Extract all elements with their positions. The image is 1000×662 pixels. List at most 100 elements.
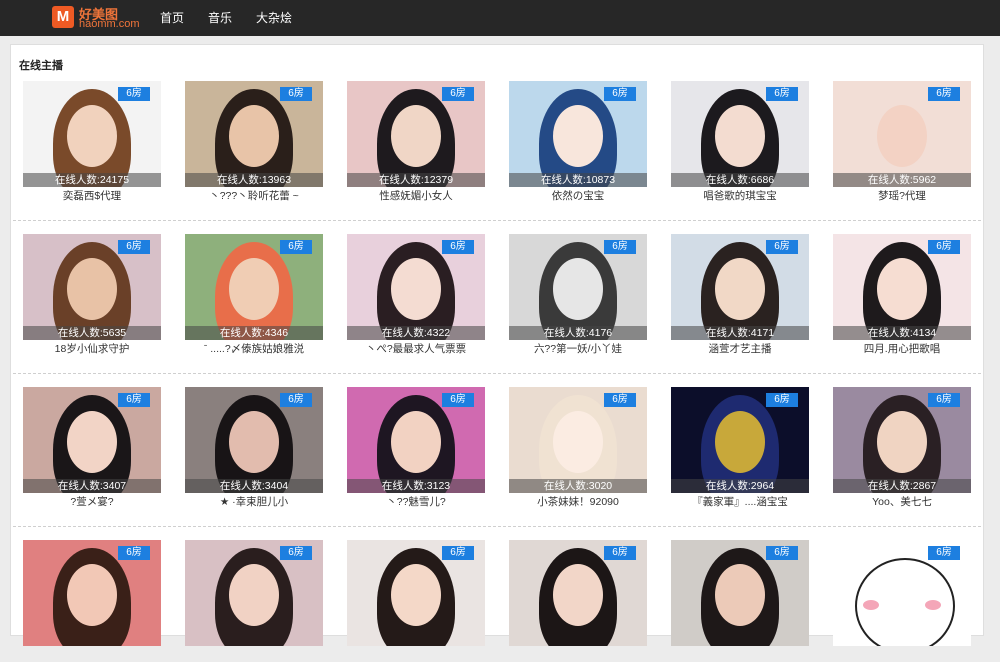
streamer-thumbnail[interactable]: 6房在线人数:24175 xyxy=(23,81,161,187)
streamer-name[interactable]: 唱爸歌的琪宝宝 xyxy=(671,188,809,203)
top-navigation-bar: M 好美图 haomm.com 首页 音乐 大杂烩 xyxy=(0,0,1000,36)
row-divider xyxy=(13,220,981,221)
streamer-thumbnail[interactable]: 6房 在线人数:5635 xyxy=(23,234,161,340)
streamer-card[interactable]: 6房 xyxy=(833,540,971,662)
streamer-thumbnail[interactable]: 6房 在线人数:4134 xyxy=(833,234,971,340)
portrait-face xyxy=(229,564,279,626)
streamer-thumbnail[interactable]: 6房 在线人数:5962 xyxy=(833,81,971,187)
streamer-thumbnail[interactable]: 6房 在线人数:4322 xyxy=(347,234,485,340)
streamer-name[interactable]: ?萱メ宴? xyxy=(23,494,161,509)
room-badge: 6房 xyxy=(118,87,150,101)
viewer-count: 在线人数:5635 xyxy=(23,326,161,340)
streamer-card[interactable]: 6房 在线人数:4322 丶ぺ?最最求人气票票 xyxy=(347,234,485,356)
streamer-card[interactable]: 6房 在线人数:4134 四月.用心把歌唱 xyxy=(833,234,971,356)
portrait-face xyxy=(67,105,117,167)
streamer-name[interactable]: 梦瑶?代理 xyxy=(833,188,971,203)
streamer-name[interactable]: 性感妩媚小女人 xyxy=(347,188,485,203)
streamer-name[interactable]: 四月.用心把歌唱 xyxy=(833,341,971,356)
streamer-name[interactable]: ˉ .....?〆傣族姑娘雅涚 xyxy=(185,341,323,356)
streamer-name[interactable]: 涵萱才艺主播 xyxy=(671,341,809,356)
streamer-card[interactable]: 6房 在线人数:2867 Yoo、美七七 xyxy=(833,387,971,509)
nav-item-music[interactable]: 音乐 xyxy=(208,0,232,36)
portrait-face xyxy=(229,411,279,473)
room-badge: 6房 xyxy=(118,393,150,407)
streamer-name[interactable]: 奕磊西$代理 xyxy=(23,188,161,203)
streamer-thumbnail[interactable]: 6房 在线人数:12379 xyxy=(347,81,485,187)
streamer-card[interactable]: 6房 在线人数:4171 涵萱才艺主播 xyxy=(671,234,809,356)
room-badge: 6房 xyxy=(118,546,150,560)
streamer-name[interactable]: 小茶妹妹！92090 xyxy=(509,494,647,509)
viewer-count: 在线人数:24175 xyxy=(23,173,161,187)
streamer-name[interactable]: 依然の宝宝 xyxy=(509,188,647,203)
streamer-card[interactable]: 6房 在线人数:6686 唱爸歌的琪宝宝 xyxy=(671,81,809,203)
portrait-face xyxy=(715,564,765,626)
room-badge: 6房 xyxy=(928,546,960,560)
section-title: 在线主播 xyxy=(19,60,63,72)
streamer-thumbnail[interactable]: 6房 在线人数:4171 xyxy=(671,234,809,340)
streamer-card[interactable]: 6房 在线人数:5635 18岁小仙求守护 xyxy=(23,234,161,356)
streamer-card[interactable]: 6房 在线人数:12379 性感妩媚小女人 xyxy=(347,81,485,203)
room-badge: 6房 xyxy=(766,393,798,407)
streamer-card[interactable]: 6房 在线人数:3123 丶??魅雪儿? xyxy=(347,387,485,509)
room-badge: 6房 xyxy=(928,87,960,101)
room-badge: 6房 xyxy=(442,393,474,407)
streamer-thumbnail[interactable]: 6房 xyxy=(833,540,971,646)
nav-item-misc[interactable]: 大杂烩 xyxy=(256,0,292,36)
room-badge: 6房 xyxy=(604,546,636,560)
streamer-card[interactable]: 6房在线人数:13963 丶???丶聆听花蕾 ~ xyxy=(185,81,323,203)
streamer-card[interactable]: 6房 在线人数:4346 ˉ .....?〆傣族姑娘雅涚 xyxy=(185,234,323,356)
portrait-face xyxy=(229,105,279,167)
room-badge: 6房 xyxy=(280,87,312,101)
streamer-card[interactable]: 6房 在线人数:10873 依然の宝宝 xyxy=(509,81,647,203)
streamer-thumbnail[interactable]: 6房 xyxy=(185,540,323,646)
cartoon-blush xyxy=(863,600,879,610)
nav-item-home[interactable]: 首页 xyxy=(160,0,184,36)
streamer-thumbnail[interactable]: 6房 在线人数:4346 xyxy=(185,234,323,340)
streamer-thumbnail[interactable]: 6房 xyxy=(671,540,809,646)
streamer-name[interactable]: ★ ·幸束胆儿小 xyxy=(185,494,323,509)
viewer-count: 在线人数:3407 xyxy=(23,479,161,493)
streamer-thumbnail[interactable]: 6房 在线人数:3404 xyxy=(185,387,323,493)
streamer-card[interactable]: 6房 在线人数:4176 六??第一妖/小丫娃 xyxy=(509,234,647,356)
streamer-name[interactable]: 『義家軍』....涵宝宝 xyxy=(671,494,809,509)
streamer-card[interactable]: 6房 xyxy=(671,540,809,662)
streamer-name[interactable]: 六??第一妖/小丫娃 xyxy=(509,341,647,356)
streamer-card[interactable]: 6房 xyxy=(347,540,485,662)
room-badge: 6房 xyxy=(442,546,474,560)
room-badge: 6房 xyxy=(280,393,312,407)
streamer-thumbnail[interactable]: 6房 xyxy=(23,540,161,646)
streamer-thumbnail[interactable]: 6房 在线人数:3123 xyxy=(347,387,485,493)
streamer-thumbnail[interactable]: 6房 在线人数:2867 xyxy=(833,387,971,493)
streamer-card[interactable]: 6房 xyxy=(23,540,161,662)
streamer-thumbnail[interactable]: 6房 xyxy=(347,540,485,646)
viewer-count: 在线人数:2964 xyxy=(671,479,809,493)
streamer-card[interactable]: 6房在线人数:2964 『義家軍』....涵宝宝 xyxy=(671,387,809,509)
streamer-thumbnail[interactable]: 6房在线人数:13963 xyxy=(185,81,323,187)
portrait-face xyxy=(391,258,441,320)
viewer-count: 在线人数:4322 xyxy=(347,326,485,340)
streamer-thumbnail[interactable]: 6房 xyxy=(509,540,647,646)
streamer-thumbnail[interactable]: 6房在线人数:2964 xyxy=(671,387,809,493)
streamer-thumbnail[interactable]: 6房 在线人数:3020 xyxy=(509,387,647,493)
streamer-thumbnail[interactable]: 6房 在线人数:6686 xyxy=(671,81,809,187)
streamer-name[interactable]: 18岁小仙求守护 xyxy=(23,341,161,356)
streamer-name[interactable]: 丶???丶聆听花蕾 ~ xyxy=(185,188,323,203)
streamer-card[interactable]: 6房 xyxy=(185,540,323,662)
portrait-face xyxy=(391,411,441,473)
streamer-card[interactable]: 6房在线人数:24175 奕磊西$代理 xyxy=(23,81,161,203)
streamer-card[interactable]: 6房在线人数:3407 ?萱メ宴? xyxy=(23,387,161,509)
streamer-card[interactable]: 6房 在线人数:3020 小茶妹妹！92090 xyxy=(509,387,647,509)
room-badge: 6房 xyxy=(280,240,312,254)
streamer-name[interactable]: 丶ぺ?最最求人气票票 xyxy=(347,341,485,356)
streamer-card[interactable]: 6房 xyxy=(509,540,647,662)
streamer-thumbnail[interactable]: 6房 在线人数:4176 xyxy=(509,234,647,340)
streamer-card[interactable]: 6房 在线人数:5962 梦瑶?代理 xyxy=(833,81,971,203)
streamer-name[interactable]: 丶??魅雪儿? xyxy=(347,494,485,509)
streamer-name[interactable]: Yoo、美七七 xyxy=(833,494,971,509)
streamer-thumbnail[interactable]: 6房在线人数:3407 xyxy=(23,387,161,493)
streamer-thumbnail[interactable]: 6房 在线人数:10873 xyxy=(509,81,647,187)
streamer-card[interactable]: 6房 在线人数:3404 ★ ·幸束胆儿小 xyxy=(185,387,323,509)
viewer-count: 在线人数:13963 xyxy=(185,173,323,187)
viewer-count: 在线人数:4134 xyxy=(833,326,971,340)
portrait-face xyxy=(553,105,603,167)
